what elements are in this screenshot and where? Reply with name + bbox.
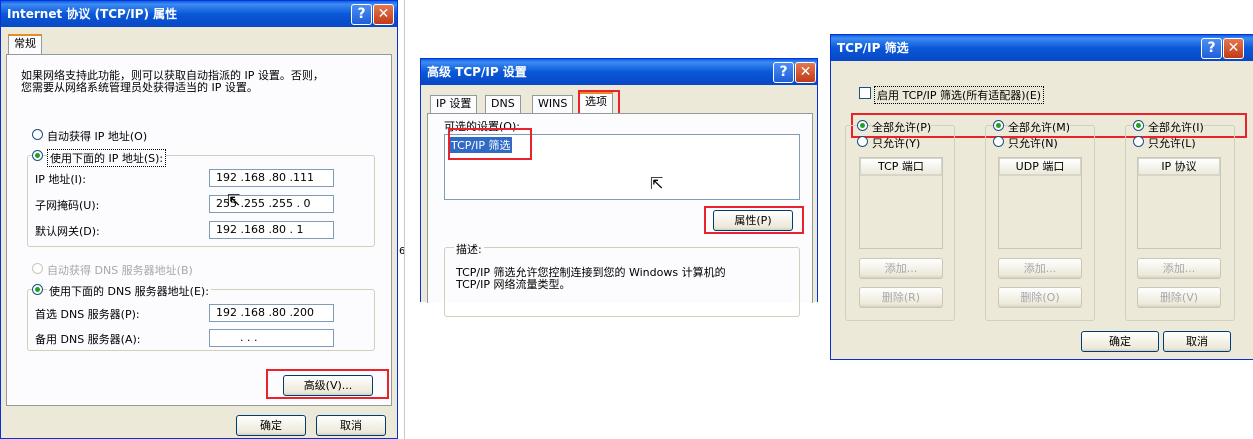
tcp-remove-button[interactable]: 删除(R) [859,287,943,308]
radio-auto-dns[interactable] [32,263,43,274]
preferred-dns-field[interactable]: 192 .168 .80 .200 [209,304,334,322]
ip-protocol-column-header: IP 协议 [1138,158,1220,176]
help-button[interactable]: ? [773,62,794,83]
radio-manual-dns[interactable] [32,284,43,295]
subnet-mask-label: 子网掩码(U): [35,199,100,212]
tcp-permit-only-label[interactable]: 只允许(Y) [872,135,920,151]
dialog-title: 高级 TCP/IP 设置 [427,65,527,79]
tab-wins-label: WINS [538,97,568,110]
cancel-button[interactable]: 取消 [1163,331,1231,352]
title-bar[interactable]: Internet 协议 (TCP/IP) 属性 [1,1,397,27]
cancel-button[interactable]: 取消 [316,415,386,436]
udp-remove-button[interactable]: 删除(O) [998,287,1082,308]
radio-auto-dns-label[interactable]: 自动获得 DNS 服务器地址(B) [47,262,193,278]
udp-port-list[interactable]: UDP 端口 [998,157,1082,249]
mouse-cursor-icon: ⇱ [650,174,664,193]
udp-permit-all-label[interactable]: 全部允许(M) [1008,119,1071,135]
mouse-cursor-icon: ⇱ [227,191,241,210]
title-bar[interactable]: 高级 TCP/IP 设置 [421,59,817,85]
udp-column-header: UDP 端口 [999,158,1081,176]
tcp-add-button[interactable]: 添加... [859,258,943,279]
tcp-column-header: TCP 端口 [860,158,942,176]
radio-manual-ip-label[interactable]: 使用下面的 IP 地址(S): [47,149,167,167]
radio-udp-permit-only[interactable] [993,136,1004,147]
tab-dns[interactable]: DNS [485,95,521,113]
dialog-title: Internet 协议 (TCP/IP) 属性 [7,7,178,21]
tab-general-label: 常规 [14,37,36,50]
tab-ip-settings[interactable]: IP 设置 [430,95,478,113]
ip-remove-button[interactable]: 删除(V) [1137,287,1221,308]
ip-address-field[interactable]: 192 .168 .80 .111 [209,169,334,187]
alternate-dns-label: 备用 DNS 服务器(A): [35,333,141,346]
help-button[interactable]: ? [1201,38,1222,59]
highlight-properties [704,206,804,234]
default-gateway-label: 默认网关(D): [35,225,100,238]
ip-permit-all-label[interactable]: 全部允许(I) [1148,119,1204,135]
radio-ip-permit-only[interactable] [1133,136,1144,147]
ip-address-label: IP 地址(I): [35,173,86,186]
enable-filtering-label[interactable]: 启用 TCP/IP 筛选(所有适配器)(E) [874,86,1045,104]
alternate-dns-field[interactable]: . . . [209,329,334,347]
tcp-permit-all-label[interactable]: 全部允许(P) [872,119,932,135]
radio-ip-permit-all[interactable] [1133,120,1144,131]
close-button[interactable]: ✕ [373,4,394,25]
tab-general[interactable]: 常规 [8,34,42,55]
radio-tcp-permit-only[interactable] [857,136,868,147]
advanced-tcpip-dialog: 高级 TCP/IP 设置 ? ✕ IP 设置 DNS WINS 选项 可选的设置… [420,58,818,317]
radio-auto-ip-label[interactable]: 自动获得 IP 地址(O) [47,128,147,144]
general-pane: 如果网络支持此功能，则可以获取自动指派的 IP 设置。否则， 您需要从网络系统管… [6,54,392,406]
description-line-2: 您需要从网络系统管理员处获得适当的 IP 设置。 [21,81,258,94]
tcpip-filtering-dialog: TCP/IP 筛选 ? ✕ 启用 TCP/IP 筛选(所有适配器)(E) 全部允… [830,34,1253,360]
tab-dns-label: DNS [491,97,515,110]
help-button[interactable]: ? [351,4,372,25]
title-bar[interactable]: TCP/IP 筛选 [831,35,1253,61]
description-label: 描述: [454,241,484,257]
close-button[interactable]: ✕ [1223,38,1244,59]
default-gateway-field[interactable]: 192 .168 .80 . 1 [209,221,334,239]
highlight-advanced [266,369,389,399]
close-button[interactable]: ✕ [795,62,816,83]
background-window-edge [404,0,405,439]
dialog-title: TCP/IP 筛选 [837,41,909,55]
tab-wins[interactable]: WINS [532,95,574,113]
ok-button[interactable]: 确定 [236,415,306,436]
highlight-list-item [448,128,532,160]
radio-tcp-permit-all[interactable] [857,120,868,131]
radio-manual-dns-label[interactable]: 使用下面的 DNS 服务器地址(E): [47,283,211,299]
udp-permit-only-label[interactable]: 只允许(N) [1008,135,1058,151]
ip-protocol-list[interactable]: IP 协议 [1137,157,1221,249]
tcp-port-list[interactable]: TCP 端口 [859,157,943,249]
radio-manual-ip[interactable] [32,150,43,161]
description-line-2: TCP/IP 网络流量类型。 [456,278,571,291]
radio-udp-permit-all[interactable] [993,120,1004,131]
udp-add-button[interactable]: 添加... [998,258,1082,279]
ok-button[interactable]: 确定 [1081,331,1159,352]
options-pane: 可选的设置(O): TCP/IP 筛选 ⇱ 属性(P) 描述: TCP/IP 筛… [427,113,813,317]
preferred-dns-label: 首选 DNS 服务器(P): [35,308,140,321]
ip-add-button[interactable]: 添加... [1137,258,1221,279]
radio-auto-ip[interactable] [32,129,43,140]
tcpip-properties-dialog: Internet 协议 (TCP/IP) 属性 ? ✕ 常规 如果网络支持此功能… [0,0,398,439]
ip-permit-only-label[interactable]: 只允许(L) [1148,135,1196,151]
enable-filtering-checkbox[interactable] [859,87,871,99]
tab-ip-settings-label: IP 设置 [436,97,472,110]
